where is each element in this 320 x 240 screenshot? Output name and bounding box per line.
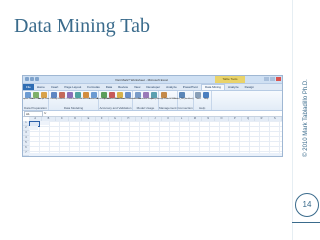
ribbon-button-label: Associate (73, 98, 82, 100)
ribbon-button-label: Sample Data (37, 98, 50, 100)
cells[interactable] (29, 121, 282, 153)
manage-models-button[interactable]: Manage Models (156, 92, 171, 101)
slide-title: Data Mining Tab (14, 15, 150, 37)
window-title: Visit Mark? Worksheet - Microsoft Excel (115, 78, 168, 82)
ribbon-group: Classify Estimate Cluster Associate Forecast… (49, 91, 99, 110)
tab-developer[interactable]: Developer (143, 84, 163, 90)
tab-file[interactable]: File (23, 84, 34, 90)
window-controls (264, 77, 281, 81)
ribbon-button-label: Estimate (57, 98, 66, 100)
estimate-button[interactable]: Estimate (58, 92, 65, 101)
ribbon-group: Browse Document Model Query Model Usage (133, 91, 159, 110)
ribbon-button-label: DMAddins_DB (localhost) (170, 98, 194, 100)
window-titlebar: Visit Mark? Worksheet - Microsoft Excel … (23, 76, 282, 84)
ribbon-button-label: Cluster (66, 98, 73, 100)
tab-analyze[interactable]: Analyze (163, 84, 180, 90)
dmaddins-db-localhost-button[interactable]: DMAddins_DB (localhost) (171, 92, 193, 101)
tab-data-mining[interactable]: Data Mining (200, 84, 225, 90)
ribbon-group-label: Connection (177, 106, 193, 110)
table-cell[interactable] (29, 126, 38, 130)
ribbon-group-label: Data Preparation (24, 106, 47, 110)
ribbon-group-label: Data Modeling (63, 106, 84, 110)
ribbon-button-label: Trace (195, 98, 201, 100)
ribbon-button-label: Manage Models (156, 98, 171, 100)
ribbon-group-label: Accuracy and Validation (99, 106, 132, 110)
associate-button[interactable]: Associate (73, 92, 82, 101)
help-button[interactable]: Help (203, 92, 210, 101)
tab-insert[interactable]: Insert (48, 84, 62, 90)
tab-powerpivot[interactable]: PowerPivot (180, 84, 201, 90)
quick-access-toolbar[interactable] (25, 77, 39, 81)
ribbon-group: Explore Data Clean Data Sample Data Data Pr… (23, 91, 49, 110)
tab-view[interactable]: View (131, 84, 143, 90)
page-rule (292, 222, 320, 223)
context-tab-group: Table Tools (215, 76, 245, 83)
tab-page-layout[interactable]: Page Layout (61, 84, 84, 90)
ribbon-tabs: File Home Insert Page Layout Formulas Data Rev… (23, 84, 282, 91)
ribbon-button-label: Help (204, 98, 209, 100)
table-cell[interactable] (40, 121, 49, 125)
copyright-credit: © 2010 Mark Tabladillo Ph.D. (303, 79, 309, 157)
redo-icon[interactable] (35, 77, 39, 81)
undo-icon[interactable] (30, 77, 34, 81)
document-model-button[interactable]: Document Model (138, 92, 153, 101)
fx-label: fx (44, 111, 47, 115)
excel-screenshot: Visit Mark? Worksheet - Microsoft Excel … (22, 75, 283, 157)
sample-data-button[interactable]: Sample Data (37, 92, 50, 101)
classify-button[interactable]: Classify (50, 92, 57, 101)
tab-analyze[interactable]: Analyze (225, 84, 242, 90)
worksheet-grid[interactable]: ABCDEFGHIJKLMNOPQRS 12345678 (23, 117, 282, 156)
minimize-button[interactable] (264, 77, 269, 81)
row-header[interactable]: 8 (23, 156, 29, 157)
cross-validation-button[interactable]: Cross-Validation (120, 92, 135, 101)
cluster-button[interactable]: Cluster (66, 92, 73, 101)
ribbon-button-label: Query (150, 98, 157, 100)
tab-formulas[interactable]: Formulas (84, 84, 103, 90)
tab-design[interactable]: Design (242, 84, 257, 90)
ribbon-group-label: Management (159, 106, 177, 110)
forecast-button[interactable]: Forecast (82, 92, 89, 101)
tab-data[interactable]: Data (103, 84, 115, 90)
save-icon[interactable] (25, 77, 29, 81)
ribbon: Explore Data Clean Data Sample Data Data Pr… (23, 91, 282, 111)
trace-button[interactable]: Trace (195, 92, 202, 101)
ribbon-button-label: Classify (50, 98, 58, 100)
close-button[interactable] (276, 77, 281, 81)
ribbon-group: Accuracy Chart Classification Matrix Profi… (97, 91, 135, 110)
maximize-button[interactable] (270, 77, 275, 81)
tab-review[interactable]: Review (115, 84, 131, 90)
ribbon-group: DMAddins_DB (localhost) Connection (171, 91, 194, 110)
tab-home[interactable]: Home (34, 84, 48, 90)
ribbon-group: Trace Help Help (194, 91, 212, 110)
page-number-badge: 14 (295, 193, 319, 217)
ribbon-group-label: Model Usage (136, 106, 155, 110)
ribbon-group-label: Help (199, 106, 206, 110)
